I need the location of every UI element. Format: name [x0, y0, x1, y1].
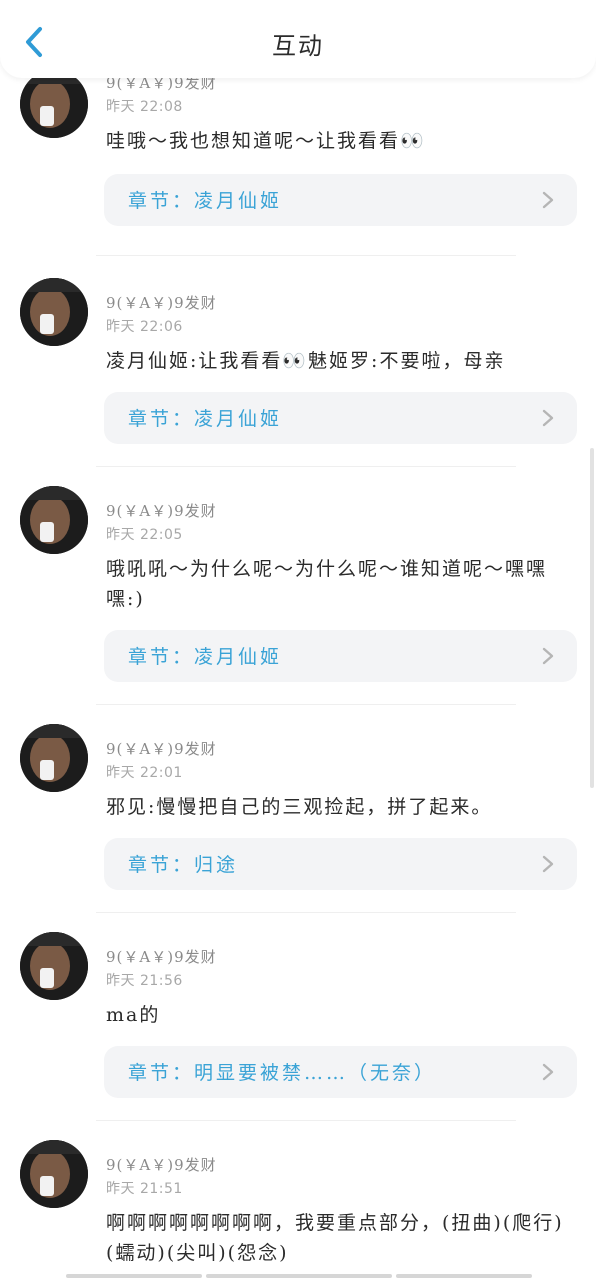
chapter-link[interactable]: 章节：凌月仙姬	[104, 630, 577, 682]
avatar-image	[20, 1140, 88, 1208]
divider	[96, 466, 516, 467]
avatar-image	[20, 486, 88, 554]
avatar[interactable]	[20, 70, 88, 138]
indicator-segment	[206, 1274, 392, 1278]
chevron-right-icon	[542, 1063, 554, 1081]
user-name[interactable]: 9(￥A￥)9发财	[106, 292, 217, 313]
indicator-segment	[396, 1274, 532, 1278]
timestamp: 昨天 22:01	[106, 765, 183, 781]
avatar[interactable]	[20, 724, 88, 792]
chevron-right-icon	[542, 647, 554, 665]
comment-text: 哦吼吼～为什么呢～为什么呢～谁知道呢～嘿嘿嘿:)	[106, 558, 548, 610]
avatar-image	[20, 724, 88, 792]
bottom-indicator	[66, 1274, 536, 1278]
comment-text: 邪见:慢慢把自己的三观捡起，拼了起来。	[106, 796, 493, 818]
avatar-image	[20, 70, 88, 138]
chapter-label: 章节：凌月仙姬	[128, 646, 283, 668]
timestamp: 昨天 21:51	[106, 1181, 183, 1197]
chapter-link[interactable]: 章节：凌月仙姬	[104, 174, 577, 226]
divider	[96, 704, 516, 705]
avatar-image	[20, 932, 88, 1000]
indicator-segment	[66, 1274, 202, 1278]
user-name[interactable]: 9(￥A￥)9发财	[106, 738, 217, 759]
divider	[96, 255, 516, 256]
divider	[96, 912, 516, 913]
comment-text: ma的	[106, 1004, 161, 1026]
comment-text: 哇哦～我也想知道呢～让我看看👀	[106, 130, 426, 152]
chevron-right-icon	[542, 191, 554, 209]
avatar-image	[20, 278, 88, 346]
avatar[interactable]	[20, 486, 88, 554]
chevron-right-icon	[542, 409, 554, 427]
comment-text: 啊啊啊啊啊啊啊啊，我要重点部分，(扭曲)(爬行)(蠕动)(尖叫)(怨念)	[106, 1212, 564, 1264]
avatar[interactable]	[20, 932, 88, 1000]
user-name[interactable]: 9(￥A￥)9发财	[106, 500, 217, 521]
chapter-label: 章节：明显要被禁……（无奈）	[128, 1062, 437, 1084]
header-bar: 互动	[0, 0, 596, 78]
chapter-label: 章节：凌月仙姬	[128, 190, 283, 212]
comment-text: 凌月仙姬:让我看看👀魅姬罗:不要啦，母亲	[106, 350, 506, 372]
scrollbar[interactable]	[590, 448, 594, 788]
chapter-label: 章节：归途	[128, 854, 239, 876]
timestamp: 昨天 21:56	[106, 973, 183, 989]
timestamp: 昨天 22:06	[106, 319, 183, 335]
chapter-link[interactable]: 章节：归途	[104, 838, 577, 890]
divider	[96, 1120, 516, 1121]
page-title: 互动	[272, 32, 324, 60]
timestamp: 昨天 22:05	[106, 527, 183, 543]
chapter-link[interactable]: 章节：凌月仙姬	[104, 392, 577, 444]
timestamp: 昨天 22:08	[106, 99, 183, 115]
user-name[interactable]: 9(￥A￥)9发财	[106, 1154, 217, 1175]
user-name[interactable]: 9(￥A￥)9发财	[106, 946, 217, 967]
chevron-right-icon	[542, 855, 554, 873]
avatar[interactable]	[20, 1140, 88, 1208]
chapter-label: 章节：凌月仙姬	[128, 408, 283, 430]
interaction-screen: 互动 9(￥A￥)9发财 昨天 22:08 哇哦～我也想知道呢～让我看看👀 章节…	[0, 0, 596, 1280]
avatar[interactable]	[20, 278, 88, 346]
chapter-link[interactable]: 章节：明显要被禁……（无奈）	[104, 1046, 577, 1098]
